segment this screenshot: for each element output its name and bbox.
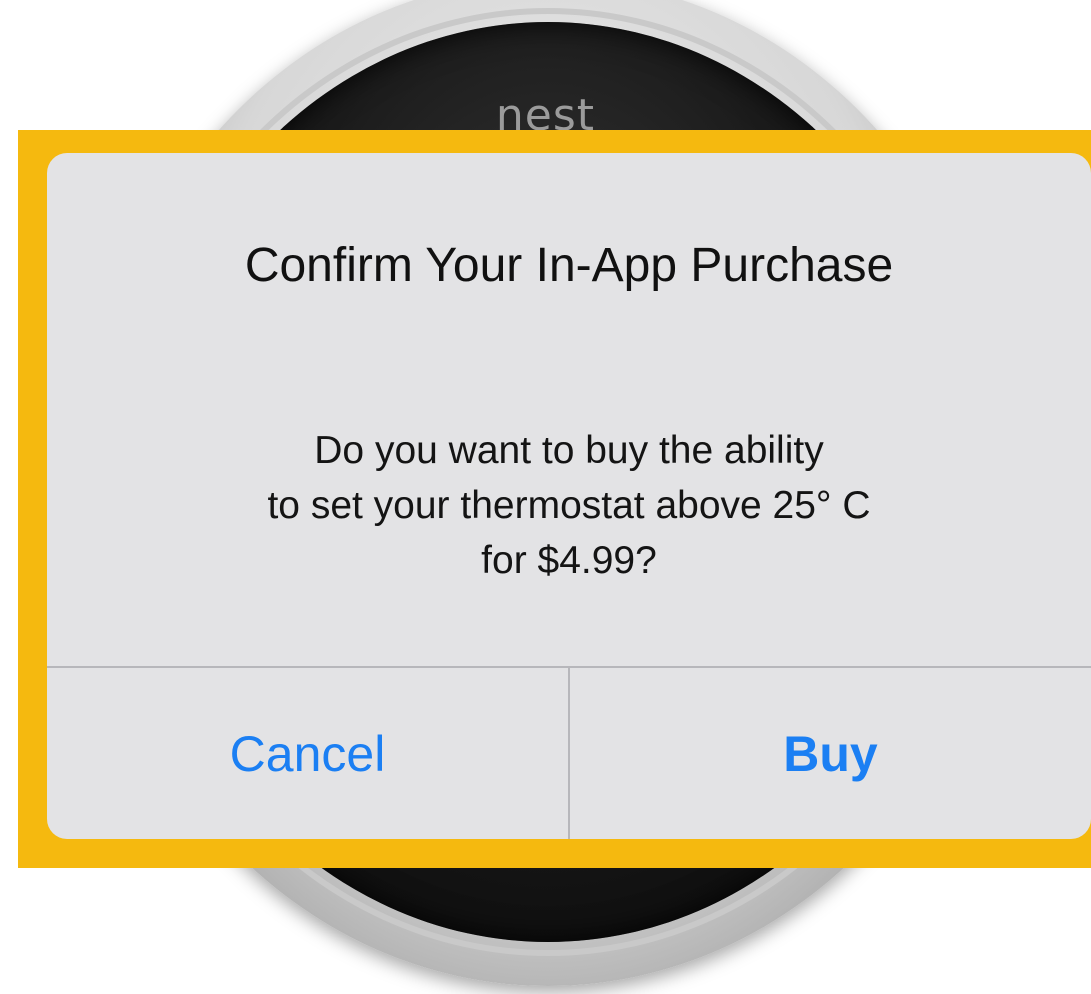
buy-button[interactable]: Buy	[570, 668, 1091, 839]
dialog-message-line: to set your thermostat above 25° C	[267, 484, 871, 527]
dialog-message-line: Do you want to buy the ability	[314, 429, 824, 472]
dialog-message-line: for $4.99?	[481, 539, 657, 582]
dialog-title: Confirm Your In-App Purchase	[244, 239, 894, 292]
purchase-confirm-dialog: Confirm Your In-App Purchase Do you want…	[47, 153, 1091, 839]
cancel-button[interactable]: Cancel	[47, 668, 570, 839]
dialog-actions: Cancel Buy	[47, 666, 1091, 839]
dialog-message: Do you want to buy the ability to set yo…	[107, 423, 1031, 588]
dialog-content: Confirm Your In-App Purchase Do you want…	[47, 153, 1091, 666]
